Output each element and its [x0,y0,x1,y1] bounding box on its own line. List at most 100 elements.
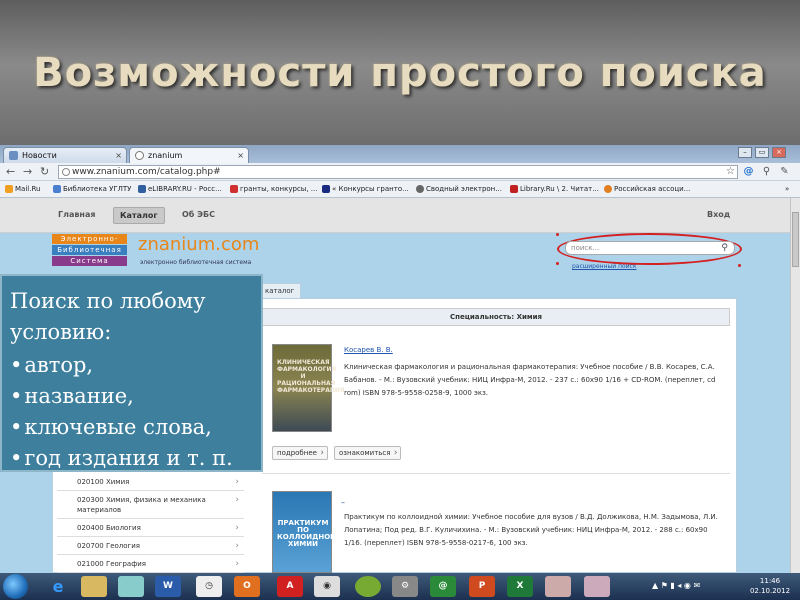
brand-subtitle: электронно библиотечная система [140,259,252,266]
clock-date: 02.10.2012 [749,587,791,595]
nav-home[interactable]: Главная [58,210,95,219]
book-description: Практикум по коллоидной химии: Учебное п… [344,513,718,547]
close-icon[interactable]: × [115,148,122,163]
minimize-icon[interactable]: – [738,147,752,158]
details-button[interactable]: подробнее [272,446,328,460]
bookmark-item[interactable]: Library.Ru \ 2. Читат... [510,184,599,194]
book-description: Клиническая фармакология и рациональная … [344,363,716,397]
book-author-link[interactable]: Косарев В. В. [344,346,393,354]
scroll-thumb[interactable] [792,212,799,267]
tab-label: znanium [148,151,183,160]
tab-favicon-icon [135,151,144,160]
brand-name[interactable]: znanium.com [138,234,259,255]
page-icon [62,168,70,176]
logo-row: Библиотечная [52,245,127,255]
mail-app-icon[interactable]: @ [430,576,456,597]
media-icon[interactable]: ⚙ [392,576,418,597]
highlight-marker [738,264,741,267]
highlight-marker [556,262,559,265]
divider [262,473,730,474]
word-icon[interactable]: W [155,576,181,597]
maximize-icon[interactable]: ▭ [755,147,769,158]
bookmark-item[interactable]: Сводный электрон... [416,184,502,194]
list-item[interactable]: 020700 Геология › [57,537,244,555]
specialty-header: Специальность: Химия [262,308,730,326]
browser-tab-strip: Новости × znanium × [0,145,800,163]
tab-label: Новости [22,151,57,160]
mail-icon[interactable]: @ [742,165,755,178]
list-item: ключевые слова, [10,412,265,443]
taskbar: e W ◷ O A ◉ ⚙ @ P X ▲ ⚑ ▮ ◂ ◉ ✉ 11:46 02… [0,573,800,600]
list-item: автор, [10,350,265,381]
ie-icon[interactable]: e [45,576,71,597]
list-item: название, [10,381,265,412]
url-text: www.znanium.com/catalog.php# [72,167,221,177]
search-placeholder: поиск... [571,244,600,252]
clock[interactable]: 11:46 02.10.2012 [746,576,794,596]
slide-title: Возможности простого поиска [33,50,767,96]
folder-icon[interactable] [81,576,107,597]
address-bar[interactable]: www.znanium.com/catalog.php# [58,165,738,179]
clock-app-icon[interactable]: ◷ [196,576,222,597]
highlight-marker [556,233,559,236]
catalog-tab[interactable]: каталог [258,283,302,299]
outlook-icon[interactable]: O [234,576,260,597]
cover-title: КЛИНИЧЕСКАЯ ФАРМАКОЛОГИЯ И РАЦИОНАЛЬНАЯ … [277,359,345,394]
nav-catalog[interactable]: Каталог [113,207,165,224]
nav-about[interactable]: Об ЭБС [182,210,215,219]
reload-icon[interactable]: ↻ [40,165,49,178]
book-author-link[interactable]: – [341,498,345,507]
excel-icon[interactable]: X [507,576,533,597]
login-link[interactable]: Вход [707,210,730,219]
window-close-icon[interactable]: × [772,147,786,158]
callout-heading: Поиск по любому условию: [10,289,206,344]
callout-list: автор, название, ключевые слова, год изд… [10,350,265,474]
search-tips-callout: Поиск по любому условию: автор, название… [0,274,263,472]
system-tray-icons[interactable]: ▲ ⚑ ▮ ◂ ◉ ✉ [652,581,700,590]
list-item[interactable]: 021000 География › [57,555,244,573]
close-icon[interactable]: × [237,148,244,163]
tab-znanium[interactable]: znanium × [129,147,249,163]
app-icon[interactable] [584,576,610,597]
list-item: год издания и т. п. [10,443,265,474]
pdf-icon[interactable]: A [277,576,303,597]
more-bookmarks-icon[interactable]: » [785,184,789,194]
book-cover[interactable]: КЛИНИЧЕСКАЯ ФАРМАКОЛОГИЯ И РАЦИОНАЛЬНАЯ … [272,344,345,432]
tab-novosti[interactable]: Новости × [3,147,127,163]
list-item[interactable]: 020100 Химия › [57,473,244,491]
page-scrollbar[interactable] [790,198,800,573]
powerpoint-icon[interactable]: P [469,576,495,597]
site-nav: Главная Каталог Об ЭБС Вход [0,198,790,233]
start-button[interactable] [3,574,28,599]
star-icon[interactable]: ☆ [724,165,737,178]
app-icon[interactable] [545,576,571,597]
book-cover[interactable]: ПРАКТИКУМ ПО КОЛЛОИДНОЙ ХИМИИ [272,491,337,573]
cover-title: ПРАКТИКУМ ПО КОЛЛОИДНОЙ ХИМИИ [277,519,337,548]
chevron-right-icon: › [235,523,239,533]
bookmark-item[interactable]: « Конкурсы гранто... [322,184,409,194]
search-icon[interactable]: ⚲ [721,242,728,254]
bookmark-item[interactable]: гранты, конкурсы, ... [230,184,317,194]
bookmark-item[interactable]: Mail.Ru [5,184,40,194]
forward-icon[interactable]: → [23,165,32,178]
preview-button[interactable]: ознакомиться [334,446,402,460]
bookmarks-bar: Mail.Ru Библиотека УГЛТУ eLIBRARY.RU - Р… [0,181,800,198]
bookmark-item[interactable]: Российская ассоци... [604,184,690,194]
list-item[interactable]: 020300 Химия, физика и механика материал… [57,491,244,519]
magnifier-icon[interactable]: ⚲ [760,165,773,178]
bookmark-item[interactable]: eLIBRARY.RU - Росс... [138,184,222,194]
browser-app-icon[interactable] [355,576,381,597]
list-item[interactable]: 020400 Биология › [57,519,244,537]
site-logo[interactable]: Электронно- Библиотечная Система [52,234,127,268]
logo-row: Система [52,256,127,266]
bookmark-item[interactable]: Библиотека УГЛТУ [53,184,131,194]
advanced-search-link[interactable]: расширенный поиск [572,263,636,270]
clock-time: 11:46 [759,577,781,585]
chevron-right-icon: › [235,477,239,487]
chat-icon[interactable]: ◉ [314,576,340,597]
search-input[interactable]: поиск... ⚲ [565,241,735,255]
app-icon[interactable] [118,576,144,597]
chevron-right-icon: › [235,495,239,505]
wrench-icon[interactable]: ✎ [778,165,791,178]
back-icon[interactable]: ← [6,165,15,178]
